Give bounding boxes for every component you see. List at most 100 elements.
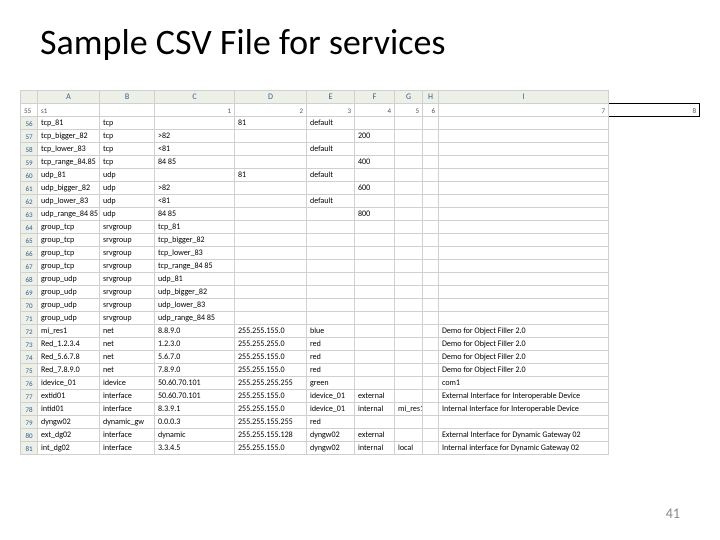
cell[interactable]: 81 <box>235 117 307 130</box>
cell[interactable]: tcp <box>100 156 155 169</box>
cell[interactable] <box>423 299 439 312</box>
row-header[interactable]: 80 <box>21 429 38 442</box>
cell[interactable] <box>439 260 609 273</box>
row-header[interactable]: 58 <box>21 143 38 156</box>
cell[interactable]: 255.255.155.0 <box>235 325 307 338</box>
row-header[interactable]: 67 <box>21 260 38 273</box>
cell[interactable] <box>355 416 395 429</box>
cell[interactable] <box>355 273 395 286</box>
cell[interactable]: 50.60.70.101 <box>155 390 235 403</box>
cell[interactable]: group_tcp <box>38 260 100 273</box>
cell[interactable]: 3 <box>307 104 355 117</box>
col-c[interactable]: C <box>155 91 235 104</box>
cell[interactable]: srvgroup <box>100 260 155 273</box>
cell[interactable]: udp_lower_83 <box>38 195 100 208</box>
cell[interactable]: dyngw02 <box>307 442 355 455</box>
cell[interactable] <box>355 312 395 325</box>
cell[interactable]: tcp_lower_83 <box>38 143 100 156</box>
cell[interactable] <box>355 364 395 377</box>
cell[interactable] <box>395 390 423 403</box>
cell[interactable]: group_udp <box>38 299 100 312</box>
col-g[interactable]: G <box>395 91 423 104</box>
cell[interactable]: Demo for Object Filler 2.0 <box>439 351 609 364</box>
cell[interactable]: red <box>307 338 355 351</box>
cell[interactable] <box>235 195 307 208</box>
cell[interactable]: internal <box>355 403 395 416</box>
cell[interactable]: >82 <box>155 182 235 195</box>
row-header[interactable]: 68 <box>21 273 38 286</box>
cell[interactable]: net <box>100 338 155 351</box>
cell[interactable] <box>307 260 355 273</box>
row-header[interactable]: 64 <box>21 221 38 234</box>
cell[interactable] <box>423 338 439 351</box>
cell[interactable] <box>355 377 395 390</box>
col-h[interactable]: H <box>423 91 439 104</box>
cell[interactable] <box>423 195 439 208</box>
cell[interactable]: udp <box>100 182 155 195</box>
cell[interactable]: extid01 <box>38 390 100 403</box>
row-header[interactable]: 59 <box>21 156 38 169</box>
cell[interactable]: 2 <box>235 104 307 117</box>
cell[interactable]: <81 <box>155 195 235 208</box>
col-i[interactable]: I <box>439 91 609 104</box>
cell[interactable] <box>235 247 307 260</box>
cell[interactable]: internal <box>355 442 395 455</box>
row-header[interactable]: 63 <box>21 208 38 221</box>
cell[interactable]: external <box>355 390 395 403</box>
cell[interactable] <box>355 247 395 260</box>
cell[interactable]: dynamic <box>155 429 235 442</box>
cell[interactable] <box>439 208 609 221</box>
cell[interactable]: srvgroup <box>100 234 155 247</box>
cell[interactable] <box>439 117 609 130</box>
cell[interactable]: tcp_lower_83 <box>155 247 235 260</box>
cell[interactable] <box>423 143 439 156</box>
cell[interactable]: tcp_bigger_82 <box>155 234 235 247</box>
col-d[interactable]: D <box>235 91 307 104</box>
cell[interactable] <box>423 247 439 260</box>
cell[interactable]: default <box>307 195 355 208</box>
cell[interactable] <box>395 364 423 377</box>
cell[interactable]: udp_81 <box>155 273 235 286</box>
cell[interactable]: 3.3.4.5 <box>155 442 235 455</box>
cell[interactable] <box>307 156 355 169</box>
cell[interactable]: blue <box>307 325 355 338</box>
cell[interactable]: mi_res1 <box>395 403 423 416</box>
cell[interactable]: Red_1.2.3.4 <box>38 338 100 351</box>
cell[interactable]: 255.255.255.0 <box>235 338 307 351</box>
cell[interactable]: 84 85 <box>155 156 235 169</box>
cell[interactable]: group_tcp <box>38 247 100 260</box>
cell[interactable] <box>439 169 609 182</box>
cell[interactable]: srvgroup <box>100 286 155 299</box>
row-header[interactable]: 74 <box>21 351 38 364</box>
row-header[interactable]: 71 <box>21 312 38 325</box>
cell[interactable] <box>235 234 307 247</box>
cell[interactable]: Demo for Object Filler 2.0 <box>439 338 609 351</box>
cell[interactable]: Red_5.6.7.8 <box>38 351 100 364</box>
cell[interactable] <box>355 117 395 130</box>
cell[interactable]: net <box>100 351 155 364</box>
cell[interactable]: group_tcp <box>38 221 100 234</box>
cell[interactable]: 600 <box>355 182 395 195</box>
cell[interactable]: ext_dg02 <box>38 429 100 442</box>
cell[interactable] <box>395 286 423 299</box>
cell[interactable] <box>423 156 439 169</box>
corner-cell[interactable] <box>21 91 38 104</box>
cell[interactable] <box>439 299 609 312</box>
cell[interactable]: 1 <box>155 104 235 117</box>
cell[interactable] <box>439 247 609 260</box>
cell[interactable] <box>235 273 307 286</box>
cell[interactable] <box>395 416 423 429</box>
cell[interactable] <box>307 130 355 143</box>
cell[interactable]: external <box>355 429 395 442</box>
cell[interactable] <box>355 351 395 364</box>
cell[interactable] <box>439 234 609 247</box>
cell[interactable]: int_dg02 <box>38 442 100 455</box>
cell[interactable]: 6 <box>423 104 439 117</box>
cell[interactable] <box>235 143 307 156</box>
cell[interactable] <box>155 169 235 182</box>
cell[interactable]: net <box>100 325 155 338</box>
cell[interactable]: default <box>307 169 355 182</box>
row-header[interactable]: 79 <box>21 416 38 429</box>
cell[interactable] <box>355 169 395 182</box>
cell[interactable] <box>395 299 423 312</box>
